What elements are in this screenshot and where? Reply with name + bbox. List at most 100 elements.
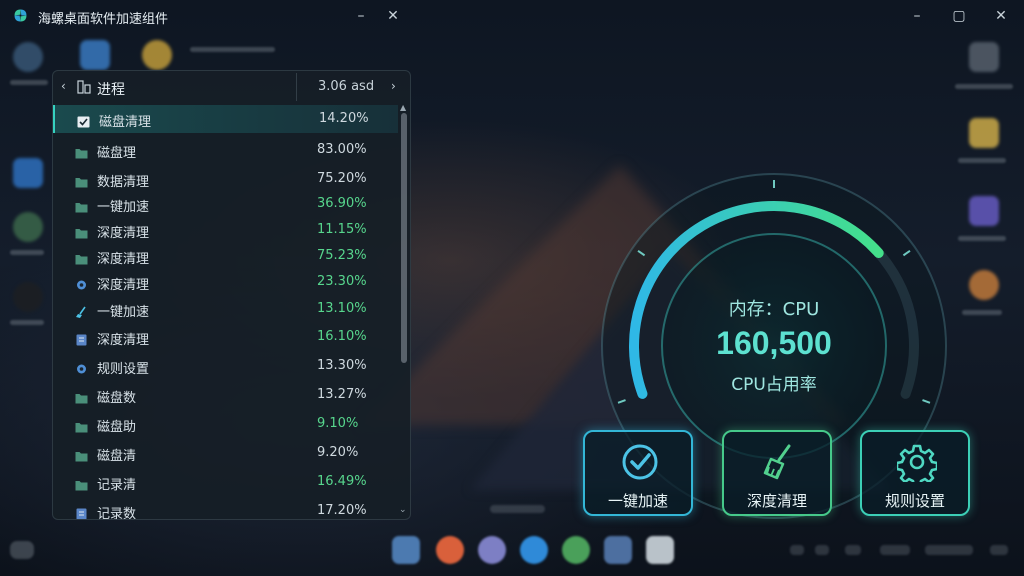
check-circle-icon	[622, 444, 658, 480]
process-name: 深度清理	[97, 333, 150, 348]
desktop-icon-label	[190, 47, 275, 52]
app-logo-icon	[14, 9, 27, 22]
desktop-icon-label	[10, 320, 44, 325]
back-arrow-button[interactable]: ‹	[61, 79, 66, 93]
taskbar-widget-icon[interactable]	[10, 541, 34, 559]
process-percent: 13.10%	[317, 301, 367, 316]
taskbar-app-icon[interactable]	[478, 536, 506, 564]
broom-icon	[75, 303, 88, 318]
taskbar	[0, 528, 1024, 576]
scrollbar[interactable]: ▲ ⌄	[399, 103, 408, 517]
process-name: 深度清理	[97, 278, 150, 293]
desktop-icon[interactable]	[13, 158, 43, 188]
process-name: 磁盘清	[97, 449, 137, 464]
desktop-icon[interactable]	[142, 40, 172, 70]
notification-icon[interactable]	[990, 545, 1008, 555]
tray-icon[interactable]	[790, 545, 804, 555]
rule-settings-button[interactable]: 规则设置	[860, 430, 970, 516]
process-name: 深度清理	[97, 252, 150, 267]
close-button[interactable]: ✕	[382, 6, 404, 26]
scroll-down-icon[interactable]: ⌄	[399, 505, 407, 515]
taskbar-app-icon[interactable]	[604, 536, 632, 564]
folder-icon	[75, 418, 88, 433]
taskbar-chrome-icon[interactable]	[562, 536, 590, 564]
process-name: 深度清理	[97, 226, 150, 241]
folder-icon	[75, 447, 88, 462]
taskbar-edge-icon[interactable]	[520, 536, 548, 564]
action-label: 一键加速	[607, 492, 668, 510]
desktop-icon[interactable]	[969, 270, 999, 300]
desktop-icon[interactable]	[80, 40, 110, 70]
one-click-boost-button[interactable]: 一键加速	[583, 430, 693, 516]
process-row[interactable]: 深度清理 75.23%	[53, 242, 398, 270]
process-percent: 14.20%	[319, 111, 369, 126]
taskbar-app-icon[interactable]	[392, 536, 420, 564]
folder-icon	[75, 198, 88, 213]
scroll-thumb[interactable]	[401, 113, 407, 363]
tray-icon[interactable]	[845, 545, 861, 555]
desktop-maximize-button[interactable]: ▢	[948, 6, 970, 26]
tray-icon[interactable]	[880, 545, 910, 555]
process-percent: 23.30%	[317, 274, 367, 289]
process-percent: 9.20%	[317, 445, 359, 460]
process-row[interactable]: 深度清理 11.15%	[53, 216, 398, 244]
file-icon	[75, 331, 88, 346]
process-row[interactable]: 一键加速 36.90%	[53, 190, 398, 218]
deep-clean-button[interactable]: 深度清理	[722, 430, 832, 516]
gear-icon	[897, 444, 937, 482]
desktop-icon-label	[10, 250, 44, 255]
process-row[interactable]: 规则设置 13.30%	[53, 352, 398, 380]
process-row[interactable]: 记录清 16.49%	[53, 468, 398, 496]
process-row[interactable]: 数据清理 75.20%	[53, 165, 398, 193]
process-percent: 13.30%	[317, 358, 367, 373]
process-row[interactable]: 记录数 17.20%	[53, 497, 398, 520]
taskbar-app-icon[interactable]	[646, 536, 674, 564]
process-percent: 16.10%	[317, 329, 367, 344]
process-percent: 11.15%	[317, 222, 367, 237]
process-percent: 75.23%	[317, 248, 367, 263]
process-row[interactable]: 磁盘清 9.20%	[53, 439, 398, 467]
minimize-button[interactable]: –	[350, 6, 372, 26]
desktop-icon-label	[955, 84, 1013, 89]
gear-icon	[75, 276, 88, 290]
desktop-icon[interactable]	[13, 42, 43, 72]
process-percent: 83.00%	[317, 142, 367, 157]
gear-icon	[75, 360, 88, 374]
forward-arrow-button[interactable]: ›	[391, 79, 396, 93]
header-value: 3.06 asd	[318, 79, 375, 94]
desktop-icon-label	[958, 158, 1006, 163]
process-percent: 13.27%	[317, 387, 367, 402]
desktop-icon[interactable]	[969, 118, 999, 148]
tray-icon[interactable]	[815, 545, 829, 555]
desktop-icon[interactable]	[969, 196, 999, 226]
scroll-up-icon[interactable]: ▲	[400, 103, 406, 112]
desktop-icon[interactable]	[13, 212, 43, 242]
desktop-minimize-button[interactable]: –	[906, 6, 928, 26]
process-name: 数据清理	[97, 175, 150, 190]
checkbox-icon	[77, 113, 90, 128]
process-percent: 17.20%	[317, 503, 367, 518]
process-row[interactable]: 深度清理 23.30%	[53, 268, 398, 296]
gauge-value: 160,500	[716, 325, 832, 361]
panel-header: ‹ 进程 3.06 asd ›	[53, 71, 410, 103]
process-percent: 16.49%	[317, 474, 367, 489]
process-row[interactable]: 磁盘清理 14.20%	[53, 105, 398, 133]
process-name: 磁盘助	[97, 420, 137, 435]
process-row[interactable]: 一键加速 13.10%	[53, 295, 398, 323]
process-name: 一键加速	[97, 305, 150, 320]
desktop-icon[interactable]	[969, 42, 999, 72]
taskbar-browser-icon[interactable]	[436, 536, 464, 564]
process-name: 磁盘数	[97, 391, 137, 406]
process-row[interactable]: 磁盘理 83.00%	[53, 136, 398, 164]
desktop-icon-label	[10, 80, 48, 85]
process-name: 记录清	[97, 478, 137, 493]
folder-icon	[75, 476, 88, 491]
process-row[interactable]: 磁盘助 9.10%	[53, 410, 398, 438]
process-name: 记录数	[97, 507, 137, 520]
tray-placeholder	[490, 505, 545, 513]
desktop-icon[interactable]	[13, 282, 43, 312]
folder-icon	[75, 250, 88, 265]
process-row[interactable]: 磁盘数 13.27%	[53, 381, 398, 409]
process-row[interactable]: 深度清理 16.10%	[53, 323, 398, 351]
desktop-close-button[interactable]: ✕	[990, 6, 1012, 26]
